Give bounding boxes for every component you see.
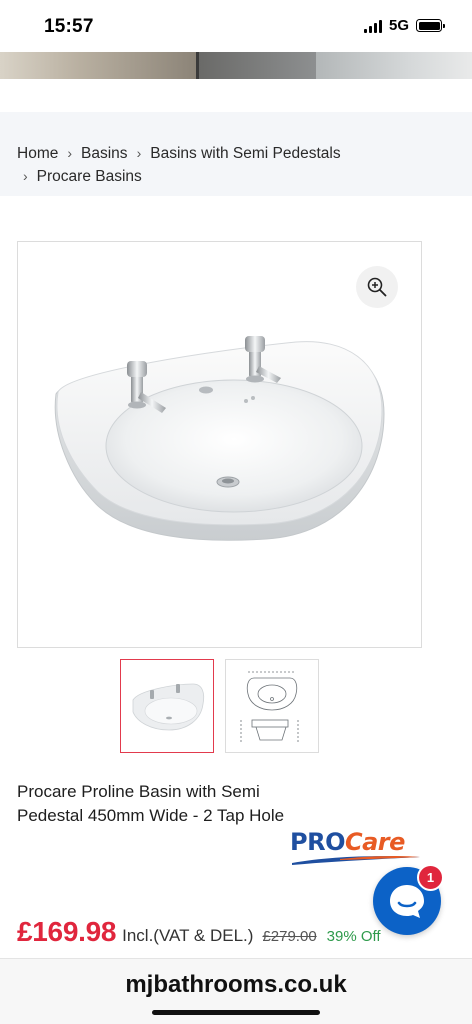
brand-logo-pro: PRO	[290, 828, 345, 856]
price-row: £169.98 Incl.(VAT & DEL.) £279.00 39% Of…	[17, 916, 381, 948]
thumbnail-technical-drawing[interactable]	[225, 659, 319, 753]
breadcrumb: Home › Basins › Basins with Semi Pedesta…	[0, 112, 472, 196]
technical-drawing-thumbnail-image	[240, 671, 299, 742]
brand-logo-care: Care	[344, 828, 405, 856]
breadcrumb-home[interactable]: Home	[17, 142, 58, 165]
zoom-in-icon	[367, 277, 387, 297]
discount-label: 39% Off	[326, 928, 381, 945]
basin-illustration	[54, 336, 385, 541]
chevron-right-icon: ›	[136, 145, 142, 161]
price-incl-note: Incl.(VAT & DEL.)	[122, 926, 254, 945]
chevron-right-icon: ›	[23, 168, 28, 184]
was-price: £279.00	[262, 928, 317, 945]
product-main-image[interactable]	[17, 241, 422, 648]
current-price: £169.98	[17, 916, 117, 947]
status-time: 15:57	[44, 16, 94, 37]
url-text[interactable]: mjbathrooms.co.uk	[0, 971, 472, 999]
breadcrumb-current: Procare Basins	[36, 168, 142, 185]
basin-thumbnail-image	[132, 683, 205, 731]
zoom-button[interactable]	[356, 266, 398, 308]
status-icons: 5G	[363, 17, 445, 34]
chat-notification-badge: 1	[417, 864, 444, 891]
breadcrumb-semi-pedestals[interactable]: Basins with Semi Pedestals	[150, 142, 340, 165]
chevron-right-icon: ›	[67, 145, 73, 161]
hero-banner-image	[0, 52, 472, 79]
home-indicator[interactable]	[152, 1010, 320, 1015]
status-bar: 15:57 5G	[0, 0, 472, 52]
signal-icon	[363, 19, 382, 33]
product-title: Procare Proline Basin with Semi Pedestal…	[17, 782, 285, 825]
network-label: 5G	[388, 17, 409, 34]
battery-icon	[416, 19, 445, 32]
breadcrumb-basins[interactable]: Basins	[81, 142, 128, 165]
procare-brand-logo: PROCare	[290, 828, 425, 870]
thumbnail-basin-photo[interactable]	[120, 659, 214, 753]
